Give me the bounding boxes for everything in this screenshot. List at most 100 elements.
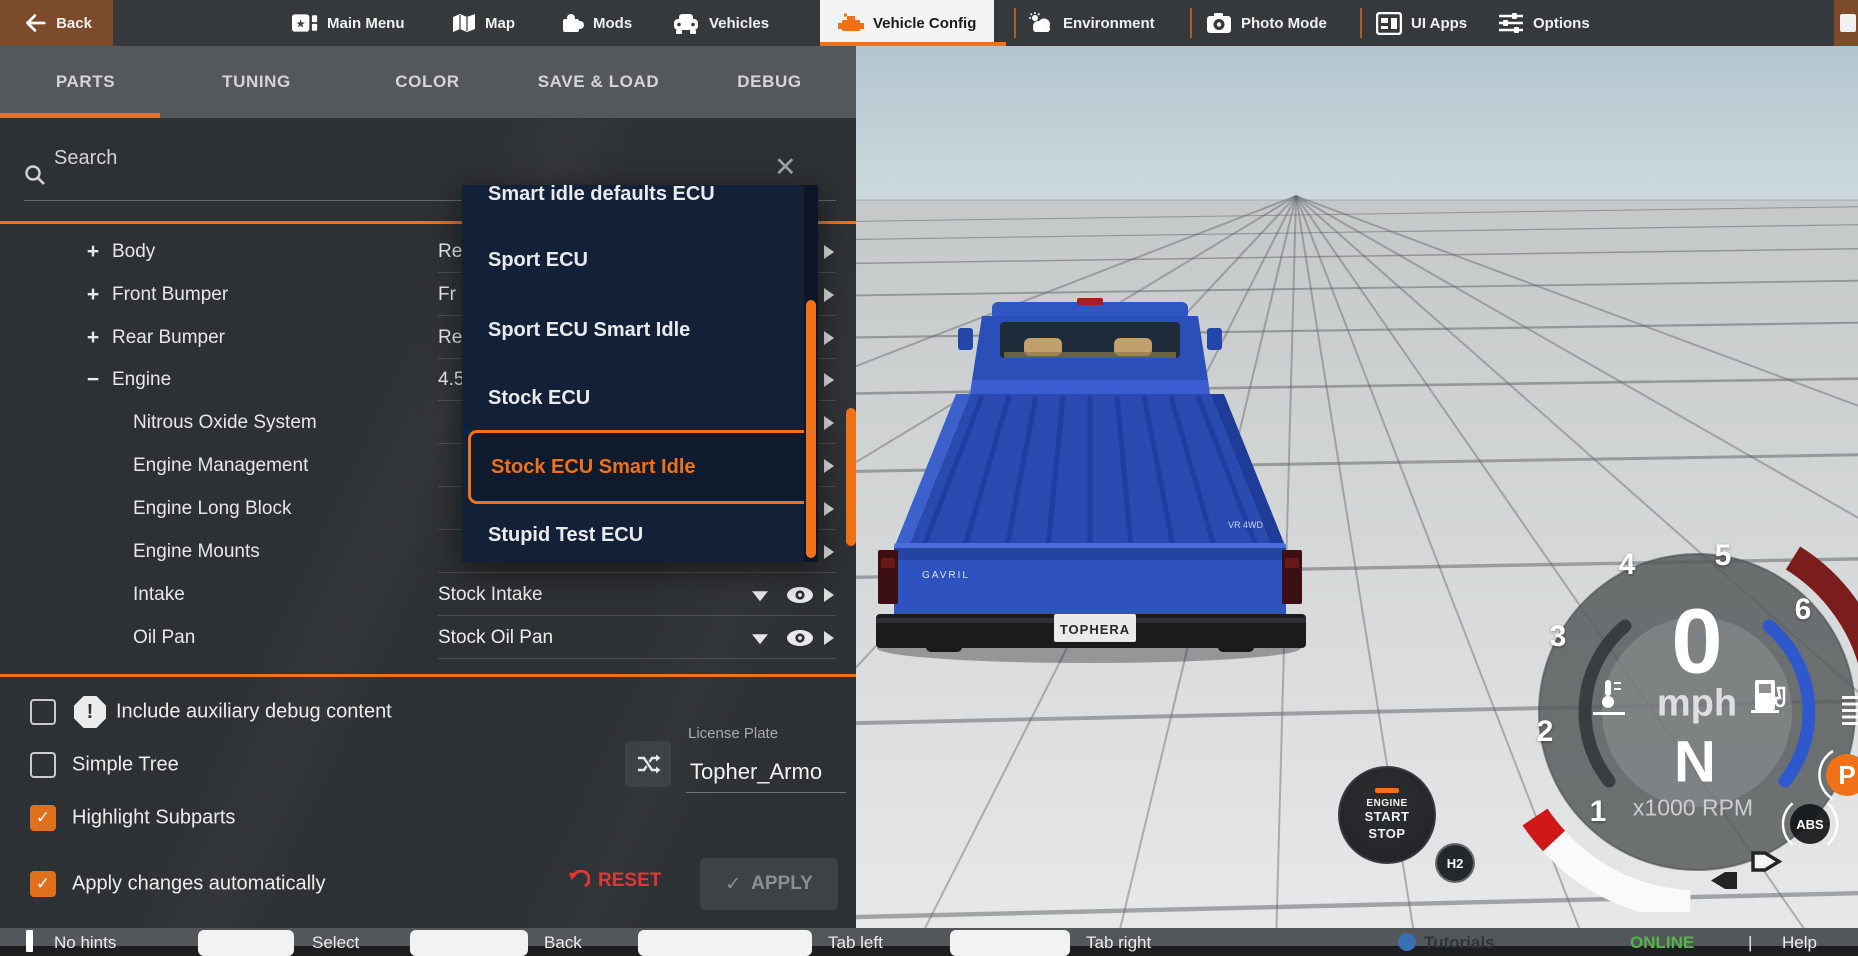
parking-brake-label: P (1838, 759, 1856, 790)
chevron-right-icon[interactable] (824, 331, 834, 345)
menu-item-options[interactable]: Options (1498, 0, 1590, 46)
chevron-right-icon[interactable] (824, 545, 834, 559)
checkbox-label[interactable]: Include auxiliary debug content (116, 701, 392, 724)
help-link[interactable]: Help (1782, 930, 1817, 956)
panel-scrollbar-thumb[interactable] (846, 408, 856, 546)
corner-button-icon (1840, 14, 1856, 32)
part-row-value[interactable]: Re (438, 241, 462, 263)
tab-parts[interactable]: PARTS (0, 46, 171, 118)
map-icon (453, 14, 475, 32)
menu-item-mods[interactable]: Mods (560, 0, 632, 46)
dropdown-option-selected[interactable]: Stock ECU Smart Idle (468, 430, 818, 504)
part-row-label[interactable]: Intake (133, 584, 185, 606)
part-value-select[interactable]: Stock Intake (438, 584, 543, 606)
reset-button[interactable]: RESET (566, 870, 661, 892)
h2-badge[interactable]: H2 (1435, 843, 1475, 883)
part-row-value[interactable]: 4.5 (438, 369, 464, 391)
dropdown-scrollbar-thumb[interactable] (806, 300, 816, 558)
expand-toggle[interactable]: + (82, 240, 104, 264)
dropdown-option[interactable]: Sport ECU Smart Idle (462, 315, 788, 345)
tab-tuning[interactable]: TUNING (171, 46, 342, 118)
dropdown-caret-icon[interactable] (752, 634, 768, 645)
dropdown-caret-icon[interactable] (752, 591, 768, 602)
chevron-right-icon[interactable] (824, 245, 834, 259)
search-input[interactable] (52, 146, 436, 171)
collapse-toggle[interactable]: − (82, 368, 104, 392)
turn-signal-right-icon[interactable] (1751, 851, 1783, 872)
part-row-value[interactable]: Fr (438, 284, 456, 306)
start-button-line2: START (1364, 809, 1410, 825)
part-row-label[interactable]: Oil Pan (133, 627, 195, 649)
beamng-vehicle-config-screen: { "menubar": { "back_label": "Back", "it… (0, 0, 1858, 956)
part-row-label[interactable]: Nitrous Oxide System (133, 412, 317, 434)
part-row-label[interactable]: Engine Mounts (133, 541, 260, 563)
corner-button-cut[interactable] (1834, 0, 1858, 46)
3d-viewport[interactable]: GAVRIL VR 4WD TOPHERA ENGINE START STOP … (856, 46, 1858, 946)
truck-interior-shelf (1004, 352, 1176, 358)
menu-item-label: Map (485, 14, 515, 32)
apply-button[interactable]: ✓ APPLY (700, 858, 838, 910)
reset-label: RESET (598, 870, 662, 891)
hint-info-label[interactable]: Tutorials (1424, 930, 1495, 956)
dropdown-option[interactable]: Stupid Test ECU (462, 520, 788, 550)
chevron-right-icon[interactable] (824, 459, 834, 473)
menu-separator (1190, 8, 1192, 38)
dropdown-option[interactable]: Smart idle defaults ECU (462, 185, 788, 209)
chevron-right-icon[interactable] (824, 373, 834, 387)
turn-signal-left-icon[interactable] (1711, 872, 1737, 889)
menu-item-photo-mode[interactable]: Photo Mode (1206, 0, 1327, 46)
menu-item-environment[interactable]: Environment (1028, 0, 1155, 46)
engine-start-stop-button[interactable]: ENGINE START STOP (1338, 766, 1436, 864)
part-row-label[interactable]: Engine (112, 369, 171, 391)
menu-item-vehicles[interactable]: Vehicles (672, 0, 769, 46)
tab-debug[interactable]: DEBUG (684, 46, 855, 118)
abs-badge[interactable]: ABS (1790, 804, 1830, 844)
part-row-label[interactable]: Rear Bumper (112, 327, 225, 349)
dropdown-option[interactable]: Stock ECU (462, 383, 788, 413)
back-arrow-icon (26, 14, 46, 32)
hint-cursor-icon (26, 930, 33, 952)
taillight-lens (881, 558, 895, 568)
back-button[interactable]: Back (0, 0, 113, 46)
menu-item-ui-apps[interactable]: UI Apps (1376, 0, 1467, 46)
menu-item-map[interactable]: Map (452, 0, 515, 46)
part-row-label[interactable]: Front Bumper (112, 284, 228, 306)
menu-separator (1014, 8, 1016, 38)
dropdown-option[interactable]: Sport ECU (462, 245, 788, 275)
eye-icon[interactable] (786, 630, 814, 647)
part-row-label[interactable]: Body (112, 241, 155, 263)
checkbox-label[interactable]: Simple Tree (72, 754, 179, 777)
menu-item-label: UI Apps (1411, 14, 1468, 32)
expand-toggle[interactable]: + (82, 283, 104, 307)
checkbox-label[interactable]: Highlight Subparts (72, 807, 235, 830)
checkbox-simple-tree[interactable] (30, 752, 56, 778)
chevron-right-icon[interactable] (824, 588, 834, 602)
part-row-label[interactable]: Engine Management (133, 455, 308, 477)
close-icon[interactable]: ✕ (774, 154, 797, 181)
menu-item-vehicle-config-active[interactable]: Vehicle Config (820, 0, 995, 46)
truck-model-badge: VR 4WD (1228, 520, 1264, 530)
speed-value: 0 (1671, 590, 1723, 693)
randomize-plate-button[interactable] (625, 741, 671, 787)
menu-item-label: Vehicle Config (873, 14, 977, 32)
chevron-right-icon[interactable] (824, 416, 834, 430)
expand-toggle[interactable]: + (82, 326, 104, 350)
checkbox-label[interactable]: Apply changes automatically (72, 873, 325, 896)
tab-color[interactable]: COLOR (342, 46, 513, 118)
checkbox-apply-automatically[interactable]: ✓ (30, 871, 56, 897)
chevron-right-icon[interactable] (824, 288, 834, 302)
checkbox-highlight-subparts[interactable]: ✓ (30, 805, 56, 831)
truck-mirror-right (1207, 328, 1222, 350)
license-plate-input[interactable] (688, 758, 842, 786)
truck[interactable]: GAVRIL VR 4WD TOPHERA (876, 296, 1306, 668)
part-row-value[interactable]: Re (438, 327, 462, 349)
menu-item-main-menu[interactable]: ★ Main Menu (292, 0, 405, 46)
part-value-select[interactable]: Stock Oil Pan (438, 627, 553, 649)
eye-icon[interactable] (786, 587, 814, 604)
chevron-right-icon[interactable] (824, 631, 834, 645)
tab-save-load[interactable]: SAVE & LOAD (513, 46, 684, 118)
row-separator (438, 572, 836, 573)
chevron-right-icon[interactable] (824, 502, 834, 516)
part-row-label[interactable]: Engine Long Block (133, 498, 291, 520)
checkbox-include-auxiliary[interactable] (30, 699, 56, 725)
